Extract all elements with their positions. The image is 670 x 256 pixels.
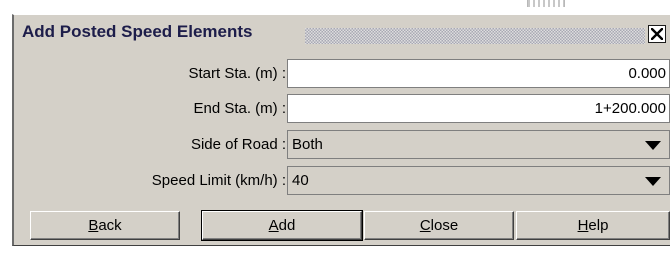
end-station-label: End Sta. (m) : — [193, 100, 286, 117]
start-station-input[interactable]: 0.000 — [287, 59, 670, 88]
help-button[interactable]: Help — [516, 211, 670, 240]
dialog-titlebar[interactable]: Add Posted Speed Elements — [14, 15, 670, 51]
add-posted-speed-dialog: Add Posted Speed Elements Start Sta. (m)… — [12, 14, 670, 246]
chevron-down-icon — [645, 177, 661, 186]
background-element — [527, 0, 565, 7]
end-station-value: 1+200.000 — [594, 100, 666, 117]
add-button[interactable]: Add — [201, 210, 363, 241]
close-window-button[interactable] — [648, 25, 666, 43]
close-button[interactable]: Close — [364, 211, 514, 240]
background-window-edge — [0, 14, 12, 246]
back-button-label: Back — [88, 217, 122, 234]
close-button-label: Close — [419, 217, 459, 234]
side-of-road-value: Both — [292, 136, 323, 153]
dialog-title: Add Posted Speed Elements — [22, 22, 253, 41]
speed-limit-select[interactable]: 40 — [287, 166, 670, 195]
titlebar-grip — [305, 28, 645, 44]
side-of-road-select[interactable]: Both — [287, 130, 670, 159]
end-station-input[interactable]: 1+200.000 — [287, 94, 670, 123]
close-icon — [651, 28, 663, 40]
speed-limit-value: 40 — [292, 172, 309, 189]
help-button-label: Help — [577, 217, 609, 234]
back-button[interactable]: Back — [30, 211, 180, 240]
start-station-label: Start Sta. (m) : — [188, 65, 286, 82]
speed-limit-label: Speed Limit (km/h) : — [151, 172, 286, 189]
add-button-label: Add — [268, 217, 296, 234]
chevron-down-icon — [645, 141, 661, 150]
background-window — [0, 0, 670, 14]
side-of-road-label: Side of Road : — [190, 136, 286, 153]
start-station-value: 0.000 — [628, 65, 666, 82]
